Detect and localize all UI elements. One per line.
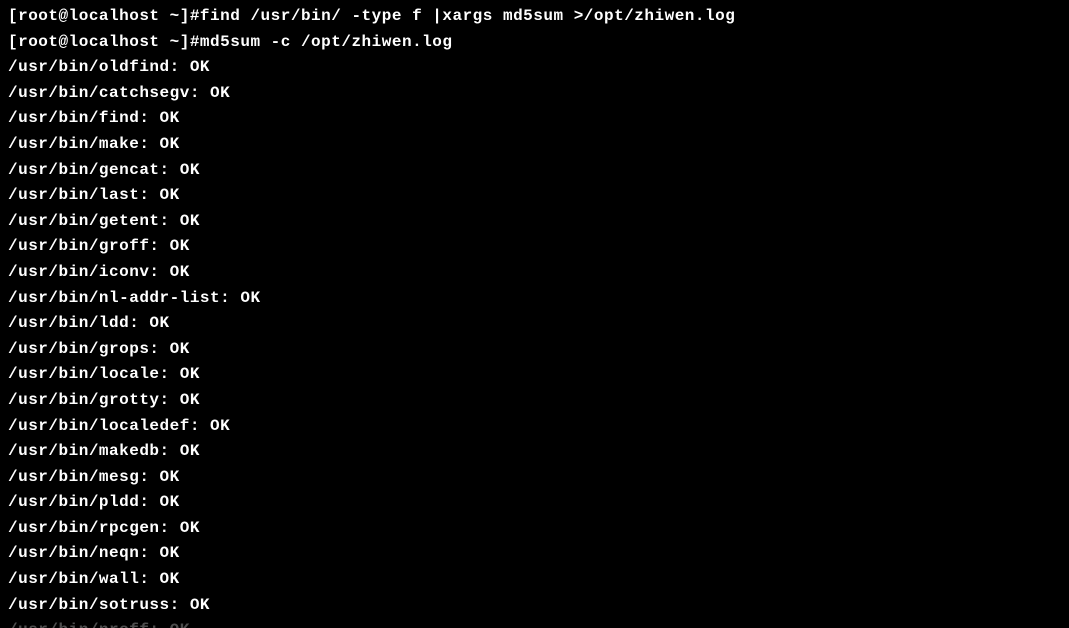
terminal-line: /usr/bin/make: OK	[8, 132, 1061, 158]
terminal-line: [root@localhost ~]#find /usr/bin/ -type …	[8, 4, 1061, 30]
terminal-line: /usr/bin/rpcgen: OK	[8, 516, 1061, 542]
terminal-line: /usr/bin/catchsegv: OK	[8, 81, 1061, 107]
terminal-line: /usr/bin/last: OK	[8, 183, 1061, 209]
terminal-line: /usr/bin/makedb: OK	[8, 439, 1061, 465]
terminal-line: /usr/bin/find: OK	[8, 106, 1061, 132]
terminal-line: /usr/bin/mesg: OK	[8, 465, 1061, 491]
terminal-line: /usr/bin/gencat: OK	[8, 158, 1061, 184]
terminal-line: /usr/bin/pldd: OK	[8, 490, 1061, 516]
terminal-line: /usr/bin/iconv: OK	[8, 260, 1061, 286]
terminal-line: /usr/bin/grops: OK	[8, 337, 1061, 363]
terminal-partial-line: /usr/bin/nroff: OK	[8, 618, 1061, 628]
terminal-line: /usr/bin/groff: OK	[8, 234, 1061, 260]
terminal-line: /usr/bin/grotty: OK	[8, 388, 1061, 414]
terminal-line: /usr/bin/sotruss: OK	[8, 593, 1061, 619]
terminal-output[interactable]: [root@localhost ~]#find /usr/bin/ -type …	[8, 4, 1061, 628]
terminal-line: /usr/bin/locale: OK	[8, 362, 1061, 388]
terminal-line: /usr/bin/oldfind: OK	[8, 55, 1061, 81]
terminal-line: /usr/bin/getent: OK	[8, 209, 1061, 235]
terminal-line: /usr/bin/ldd: OK	[8, 311, 1061, 337]
terminal-line: [root@localhost ~]#md5sum -c /opt/zhiwen…	[8, 30, 1061, 56]
terminal-line: /usr/bin/wall: OK	[8, 567, 1061, 593]
terminal-line: /usr/bin/localedef: OK	[8, 414, 1061, 440]
terminal-line: /usr/bin/neqn: OK	[8, 541, 1061, 567]
terminal-line: /usr/bin/nl-addr-list: OK	[8, 286, 1061, 312]
